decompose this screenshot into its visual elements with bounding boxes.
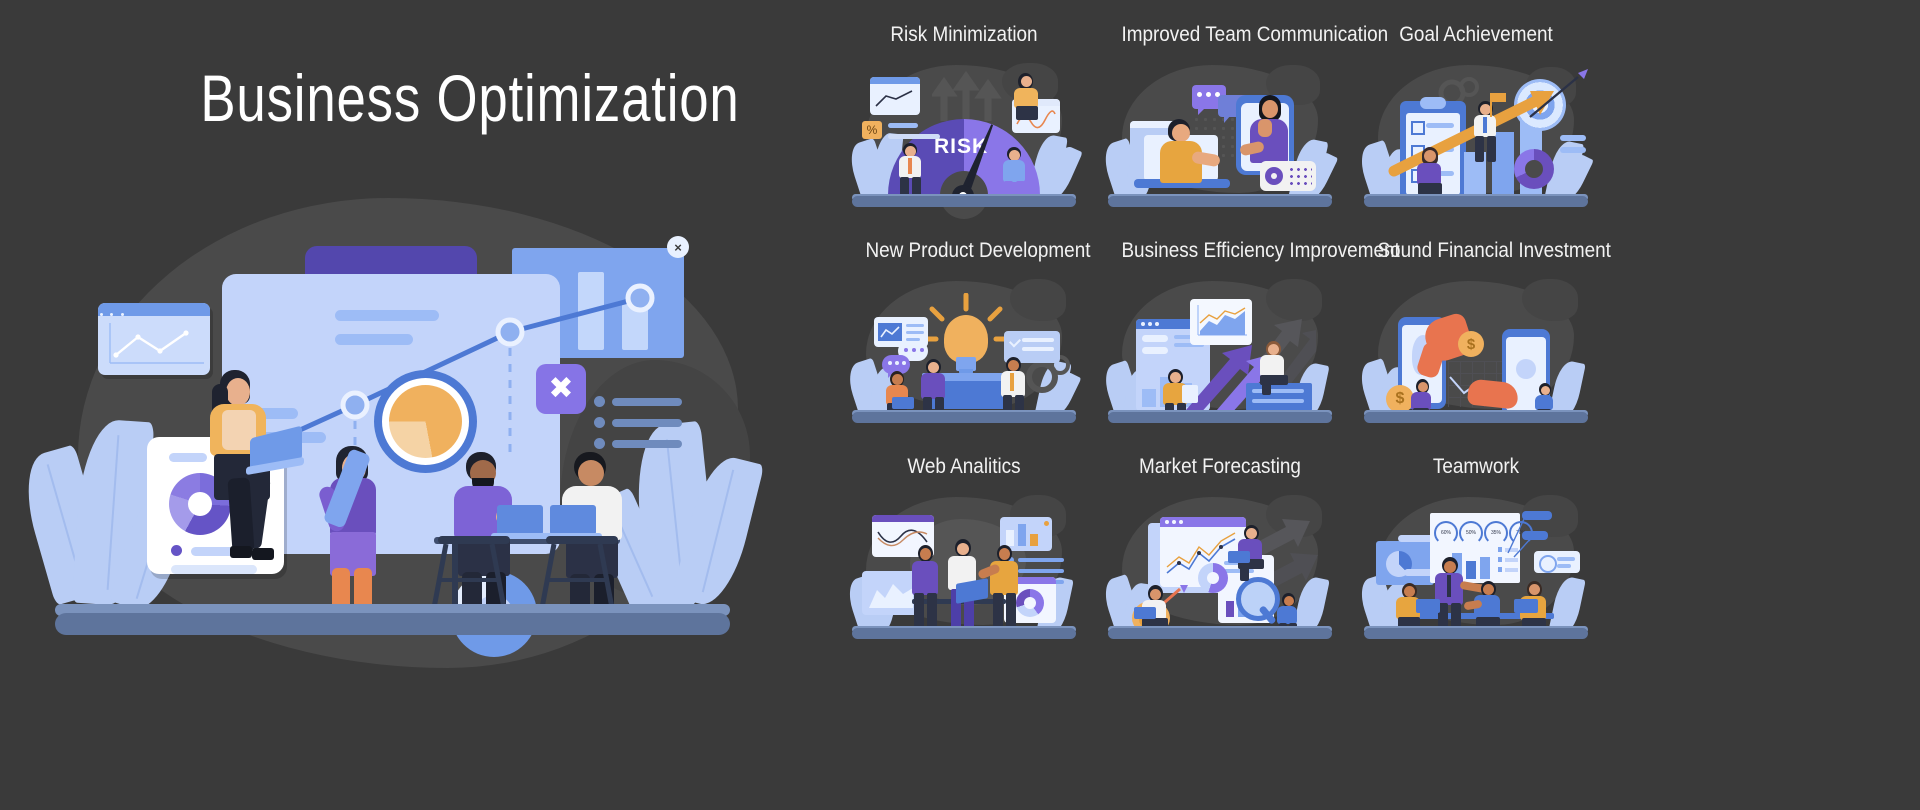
- person-seated-with-laptop: [186, 370, 306, 600]
- laptop-icon: [892, 397, 914, 409]
- person-figure-man: [1156, 119, 1221, 185]
- coin-icon: $: [1458, 331, 1484, 357]
- person-seated-figure: [1010, 73, 1044, 123]
- scene-gauge: RISK %: [845, 57, 1083, 271]
- scene-analytics-team: [843, 489, 1076, 639]
- list-item: [594, 417, 682, 428]
- cell-title: Business Efficiency Improvement: [1121, 238, 1400, 262]
- cell-title: Improved Team Communication: [1121, 22, 1389, 46]
- laptop-icon: [1514, 599, 1538, 613]
- close-button[interactable]: ✖: [536, 364, 586, 414]
- scene-dashboard-arrows: [1100, 273, 1332, 423]
- laptop-icon: [550, 505, 596, 535]
- line-chart-card: [870, 77, 920, 115]
- person-figure-purple: [908, 545, 944, 635]
- scene-lightbulb: [843, 273, 1082, 423]
- laptop-icon: [1228, 551, 1250, 563]
- laptop-icon: [497, 505, 543, 535]
- concept-grid: Risk Minimization RISK % Improved Team C…: [843, 0, 1920, 810]
- grid-cell-web-analitics[interactable]: Web Analitics: [843, 454, 1076, 639]
- gauge-percent: 60%: [1434, 521, 1458, 545]
- person-figure-standing: [1468, 101, 1504, 163]
- close-icon[interactable]: ×: [667, 236, 689, 258]
- grid-cell-business-efficiency-improvement[interactable]: Business Efficiency Improvement: [1100, 238, 1400, 423]
- person-figure-yellow: [977, 545, 1024, 635]
- hero-illustration: Business Optimization ✖ ×: [0, 0, 940, 810]
- illustration-canvas: Business Optimization ✖ × Risk Minimizat…: [0, 0, 1920, 810]
- list-item: [594, 396, 682, 407]
- percent-badge: %: [862, 121, 882, 139]
- person-figure-presenter: [1430, 557, 1487, 635]
- grid-cell-risk-minimization[interactable]: Risk Minimization RISK %: [845, 22, 1083, 271]
- badge-card: [1534, 551, 1580, 573]
- cell-title: New Product Development: [865, 238, 1091, 262]
- cell-title: Risk Minimization: [890, 22, 1038, 46]
- up-arrows-icon: [932, 71, 1002, 121]
- laptop-icon: [1416, 599, 1440, 613]
- cell-title: Goal Achievement: [1399, 22, 1553, 46]
- pie-chart-orange: [389, 385, 462, 458]
- laptop-icon: [1134, 607, 1156, 619]
- cell-title: Web Analitics: [907, 454, 1021, 478]
- cell-title: Teamwork: [1432, 454, 1520, 478]
- grid-cell-market-forecasting[interactable]: Market Forecasting: [1099, 454, 1332, 639]
- cell-title: Market Forecasting: [1139, 454, 1301, 478]
- grid-cell-sound-financial-investment[interactable]: Sound Financial Investment $ $: [1355, 238, 1611, 423]
- gauge-percent: 50%: [1459, 521, 1483, 545]
- list-item: [594, 438, 682, 449]
- bullet-list: [594, 396, 682, 459]
- scene-presentation: 60% 50% 35% 70%: [1355, 489, 1588, 639]
- scene-coin-hands: $ $: [1355, 273, 1588, 423]
- grid-cell-improved-team-communication[interactable]: Improved Team Communication: [1099, 22, 1389, 208]
- cell-title: Sound Financial Investment: [1377, 238, 1611, 262]
- hero-ground: [55, 613, 730, 635]
- scene-monitor-magnifier: [1099, 489, 1332, 639]
- grid-cell-teamwork[interactable]: Teamwork 60% 50% 35% 70%: [1355, 454, 1588, 639]
- clipboard-icon: [1182, 385, 1198, 403]
- scene-target-arrow: [1355, 57, 1594, 208]
- grid-cell-goal-achievement[interactable]: Goal Achievement: [1355, 22, 1594, 208]
- grid-cell-new-product-development[interactable]: New Product Development: [843, 238, 1091, 423]
- person-figure-seated: [1254, 341, 1294, 395]
- scene-handshake: [1099, 57, 1339, 208]
